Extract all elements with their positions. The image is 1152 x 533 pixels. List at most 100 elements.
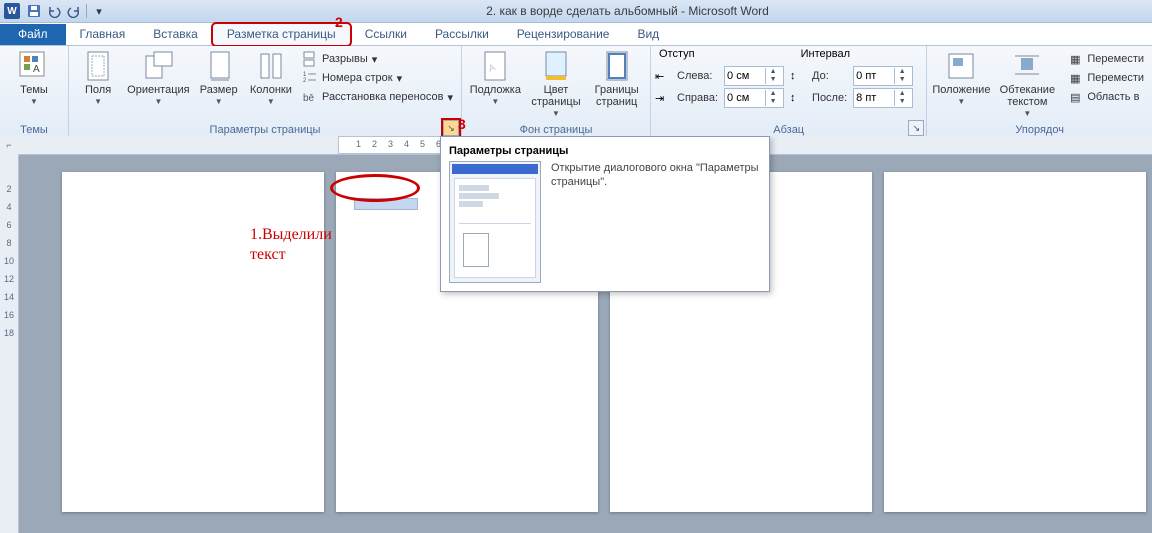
tab-review[interactable]: Рецензирование xyxy=(503,24,624,45)
send-backward-label: Перемести xyxy=(1087,72,1144,84)
margins-icon xyxy=(82,50,114,82)
chevron-down-icon: ▼ xyxy=(215,98,223,107)
hyphenation-button[interactable]: bēРасстановка переносов ▾ xyxy=(298,88,457,106)
quick-access-toolbar: ▾ xyxy=(26,3,107,19)
position-button[interactable]: Положение▼ xyxy=(931,48,991,107)
size-label: Размер xyxy=(200,84,238,96)
tooltip-title: Параметры страницы xyxy=(449,145,761,157)
page-color-button[interactable]: Цвет страницы ▼ xyxy=(527,48,586,119)
chevron-down-icon: ▼ xyxy=(957,98,965,107)
bring-forward-label: Перемести xyxy=(1087,53,1144,65)
themes-button[interactable]: A Темы ▼ xyxy=(4,48,64,107)
page-4[interactable] xyxy=(884,172,1146,512)
document-area: ⌐ 1 2 3 4 5 6 246 81012 141618 1.Выделил… xyxy=(0,136,1152,533)
hyphenation-label: Расстановка переносов xyxy=(322,91,443,103)
indent-title: Отступ xyxy=(659,48,695,60)
annotation-2: 2 xyxy=(335,14,343,30)
page-setup-tooltip: Параметры страницы Открытие диалогового … xyxy=(440,136,770,292)
tab-page-layout[interactable]: Разметка страницы xyxy=(212,23,351,46)
chevron-down-icon: ▼ xyxy=(1023,110,1031,119)
wrap-text-button[interactable]: Обтекание текстом▼ xyxy=(993,48,1061,119)
annotation-3: 3 xyxy=(458,116,466,132)
title-bar: W ▾ 2. как в ворде сделать альбомный - M… xyxy=(0,0,1152,23)
ruler-corner[interactable]: ⌐ xyxy=(0,136,19,155)
ribbon: A Темы ▼ Темы Поля▼ Ориентация▼ Размер▼ … xyxy=(0,46,1152,139)
group-arrange: Положение▼ Обтекание текстом▼ ▦ Перемести… xyxy=(927,46,1152,138)
watermark-icon: A xyxy=(479,50,511,82)
ribbon-tabs: Файл Главная Вставка Разметка страницы С… xyxy=(0,23,1152,46)
tab-mailings[interactable]: Рассылки xyxy=(421,24,503,45)
tab-file[interactable]: Файл xyxy=(0,24,66,45)
tab-view[interactable]: Вид xyxy=(623,24,673,45)
margins-button[interactable]: Поля ▼ xyxy=(73,48,123,107)
redo-icon[interactable] xyxy=(66,3,82,19)
tab-home[interactable]: Главная xyxy=(66,24,140,45)
hyphenation-icon: bē xyxy=(302,89,318,105)
size-button[interactable]: Размер ▼ xyxy=(194,48,244,107)
indent-right-label: Справа: xyxy=(677,92,718,104)
breaks-icon xyxy=(302,51,318,67)
orientation-button[interactable]: Ориентация ▼ xyxy=(125,48,191,107)
svg-text:2: 2 xyxy=(303,78,307,84)
chevron-down-icon: ▼ xyxy=(552,110,560,119)
margins-label: Поля xyxy=(85,84,111,96)
page-borders-label: Границы страниц xyxy=(589,84,644,108)
watermark-button[interactable]: A Подложка ▼ xyxy=(466,48,525,107)
selection-pane-button[interactable]: ▤Область в xyxy=(1063,88,1148,106)
ruler-mark: 3 xyxy=(388,139,393,149)
group-page-bg: A Подложка ▼ Цвет страницы ▼ Границы страни… xyxy=(462,46,651,138)
indent-right-input[interactable]: ▲▼ xyxy=(724,88,784,108)
space-after-input[interactable]: ▲▼ xyxy=(853,88,913,108)
orientation-label: Ориентация xyxy=(127,84,189,96)
wrap-text-icon xyxy=(1011,50,1043,82)
page-setup-launcher[interactable]: ↘ xyxy=(443,120,459,136)
chevron-down-icon: ▼ xyxy=(154,98,162,107)
indent-right-icon: ⇥ xyxy=(655,92,671,105)
group-themes: A Темы ▼ Темы xyxy=(0,46,69,138)
page-color-label: Цвет страницы xyxy=(529,84,584,108)
watermark-label: Подложка xyxy=(470,84,521,96)
annotation-text-1: 1.Выделили xyxy=(250,226,332,244)
bring-forward-icon: ▦ xyxy=(1067,51,1083,67)
position-icon xyxy=(945,50,977,82)
qat-dropdown-icon[interactable]: ▾ xyxy=(91,3,107,19)
breaks-button[interactable]: Разрывы ▾ xyxy=(298,50,457,68)
qat-separator xyxy=(86,4,87,18)
chevron-down-icon: ▼ xyxy=(30,98,38,107)
bring-forward-button[interactable]: ▦ Перемести xyxy=(1063,50,1148,68)
page-setup-small: Разрывы ▾ 12Номера строк ▾ bē Расстановка… xyxy=(298,48,457,106)
undo-icon[interactable] xyxy=(46,3,62,19)
page-borders-button[interactable]: Границы страниц xyxy=(587,48,646,108)
svg-text:A: A xyxy=(33,64,40,75)
ruler-mark: 2 xyxy=(372,139,377,149)
indent-left-icon: ⇤ xyxy=(655,70,671,83)
indent-left-input[interactable]: ▲▼ xyxy=(724,66,784,86)
tooltip-description: Открытие диалогового окна "Параметры стр… xyxy=(551,161,761,283)
tab-insert[interactable]: Вставка xyxy=(139,24,212,45)
breaks-label: Разрывы xyxy=(322,53,368,65)
space-before-input[interactable]: ▲▼ xyxy=(853,66,913,86)
columns-button[interactable]: Колонки ▼ xyxy=(246,48,296,107)
selection-pane-label: Область в xyxy=(1087,91,1139,103)
spacing-title: Интервал xyxy=(801,48,850,60)
annotation-oval-selection xyxy=(330,174,420,202)
page-color-icon xyxy=(540,50,572,82)
line-numbers-button[interactable]: 12Номера строк ▾ xyxy=(298,69,457,87)
chevron-down-icon: ▼ xyxy=(491,98,499,107)
indent-left-label: Слева: xyxy=(677,70,718,82)
send-backward-button[interactable]: ▦Перемести xyxy=(1063,69,1148,87)
orientation-icon xyxy=(142,50,174,82)
save-icon[interactable] xyxy=(26,3,42,19)
tab-references[interactable]: Ссылки xyxy=(351,24,421,45)
paragraph-launcher[interactable]: ↘ xyxy=(908,120,924,136)
themes-icon: A xyxy=(18,50,50,82)
chevron-down-icon: ▼ xyxy=(94,98,102,107)
columns-label: Колонки xyxy=(250,84,292,96)
annotation-text-2: текст xyxy=(250,246,286,264)
themes-label: Темы xyxy=(20,84,48,96)
app-icon: W xyxy=(4,3,20,19)
page-1[interactable] xyxy=(62,172,324,512)
chevron-down-icon: ▼ xyxy=(267,98,275,107)
page-borders-icon xyxy=(601,50,633,82)
vertical-ruler[interactable]: 246 81012 141618 xyxy=(0,154,19,533)
